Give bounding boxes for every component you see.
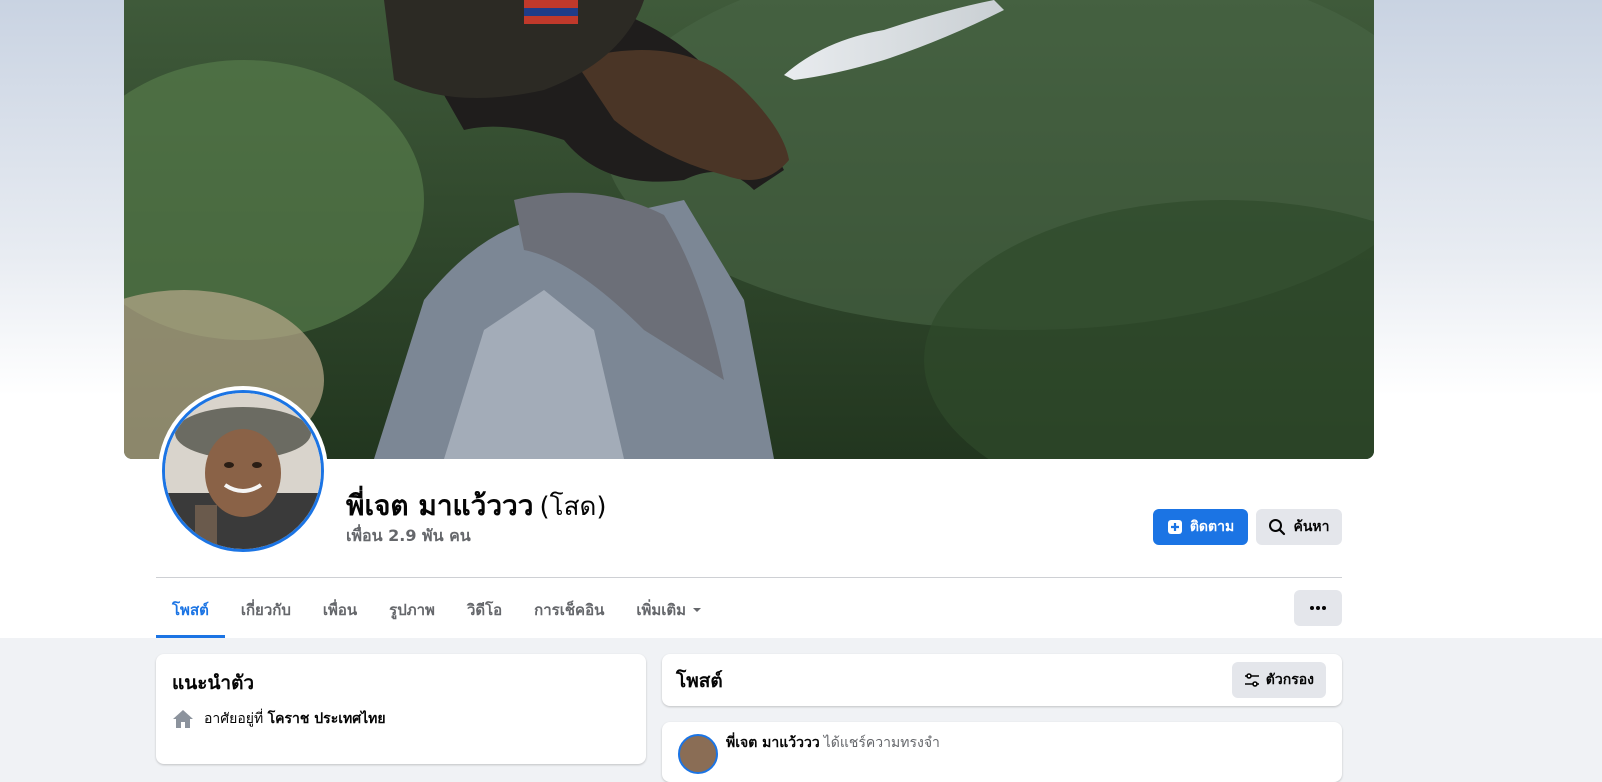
tab-label: วิดีโอ [466, 601, 503, 619]
profile-tabs: โพสต์ เกี่ยวกับ เพื่อน รูปภาพ วิดีโอ การ… [156, 582, 718, 638]
tab-label: การเช็คอิน [534, 601, 605, 619]
filter-button[interactable]: ตัวกรอง [1231, 662, 1326, 698]
lives-in-prefix: อาศัยอยู่ที่ [204, 711, 264, 727]
cover-photo[interactable] [124, 0, 1374, 459]
tab-about[interactable]: เกี่ยวกับ [225, 582, 307, 638]
profile-picture[interactable] [158, 386, 328, 556]
tab-label: เกี่ยวกับ [240, 601, 291, 619]
tab-friends[interactable]: เพื่อน [307, 582, 373, 638]
tab-photos[interactable]: รูปภาพ [373, 582, 451, 638]
posts-title: โพสต์ [676, 670, 723, 692]
intro-card: แนะนำตัว อาศัยอยู่ที่ โคราช ประเทศไทย [156, 654, 646, 764]
post-card: พี่เจต มาแว้ววว ได้แชร์ความทรงจำ [662, 722, 1342, 782]
ellipsis-icon [1310, 606, 1326, 610]
intro-title: แนะนำตัว [172, 672, 255, 694]
tab-posts[interactable]: โพสต์ [156, 582, 225, 638]
follow-button[interactable]: ติดตาม [1153, 509, 1248, 545]
search-button[interactable]: ค้นหา [1256, 509, 1342, 545]
posts-header-card: โพสต์ ตัวกรอง [662, 654, 1342, 706]
profile-avatar[interactable] [162, 390, 324, 552]
post-action-text: ได้แชร์ความทรงจำ [823, 735, 940, 751]
tab-videos[interactable]: วิดีโอ [451, 582, 518, 638]
tab-label: โพสต์ [172, 601, 209, 619]
filter-icon [1244, 673, 1259, 687]
search-label: ค้นหา [1293, 519, 1330, 535]
lives-in-row: อาศัยอยู่ที่ โคราช ประเทศไทย [172, 708, 386, 730]
tab-more[interactable]: เพิ่มเติม [620, 582, 718, 638]
follow-label: ติดตาม [1189, 519, 1235, 535]
tab-label: รูปภาพ [389, 601, 435, 619]
home-icon [173, 710, 193, 728]
search-icon [1269, 519, 1286, 536]
relationship-status: (โสด) [539, 492, 607, 522]
post-author-name[interactable]: พี่เจต มาแว้ววว [726, 735, 820, 751]
more-options-button[interactable] [1294, 590, 1342, 626]
tab-label: เพิ่มเติม [636, 601, 687, 619]
post-header: พี่เจต มาแว้ววว ได้แชร์ความทรงจำ [726, 732, 940, 754]
friends-count[interactable]: เพื่อน 2.9 พัน คน [346, 524, 471, 549]
header-divider [156, 577, 1342, 578]
tab-label: เพื่อน [322, 601, 358, 619]
filter-label: ตัวกรอง [1265, 672, 1314, 688]
post-author-avatar[interactable] [678, 734, 718, 774]
follow-icon [1167, 520, 1182, 534]
lives-in-place[interactable]: โคราช ประเทศไทย [268, 711, 386, 727]
profile-name-text: พี่เจต มาแว้ววว [346, 489, 534, 522]
tab-checkins[interactable]: การเช็คอิน [518, 582, 620, 638]
caret-down-icon [693, 608, 702, 612]
profile-name: พี่เจต มาแว้ววว (โสด) [346, 484, 607, 528]
